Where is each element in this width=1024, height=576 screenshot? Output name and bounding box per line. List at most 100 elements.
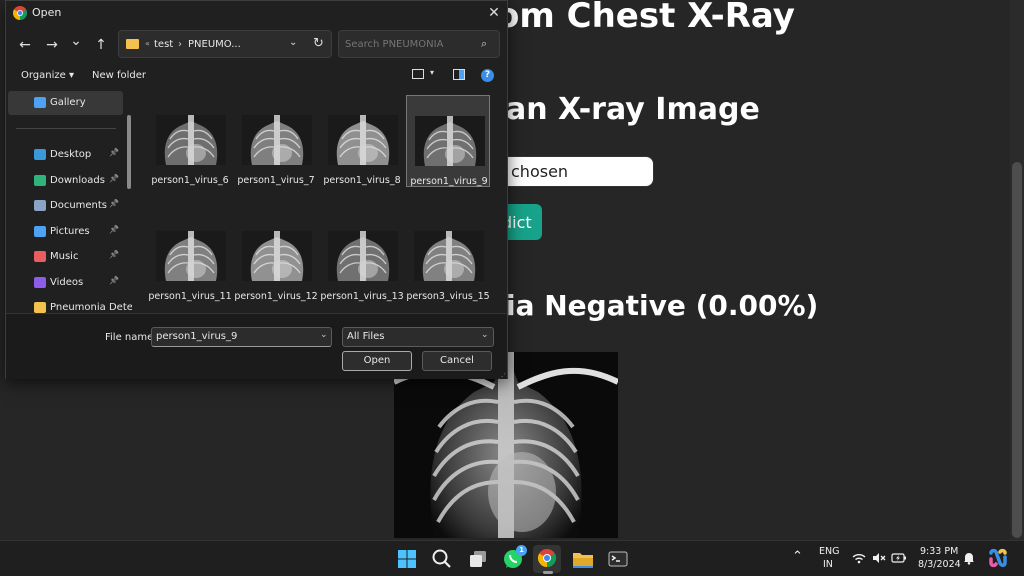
- xray-thumbnail: [328, 231, 398, 281]
- clock-time[interactable]: 9:33 PM: [920, 546, 958, 557]
- clock-date[interactable]: 8/3/2024: [918, 559, 961, 570]
- chrome-icon: [537, 549, 557, 567]
- file-tile[interactable]: person1_virus_11: [148, 211, 232, 303]
- cancel-button[interactable]: Cancel: [422, 351, 492, 371]
- taskbar-whatsapp[interactable]: 1: [499, 545, 527, 573]
- taskbar-task-view[interactable]: [464, 545, 492, 573]
- sidebar-item-pictures[interactable]: Pictures 📌: [8, 220, 123, 244]
- xray-thumbnail: [242, 115, 312, 165]
- wifi-icon[interactable]: [852, 551, 866, 565]
- file-name-label: person1_virus_13: [320, 291, 404, 302]
- volume-muted-icon[interactable]: [872, 551, 886, 565]
- task-view-icon: [470, 551, 486, 567]
- notification-bell-icon[interactable]: [962, 551, 976, 565]
- file-tile[interactable]: person1_virus_8: [320, 95, 404, 187]
- close-icon[interactable]: ✕: [484, 3, 504, 23]
- xray-thumbnail-graphic: [328, 115, 398, 165]
- taskbar-file-explorer[interactable]: [569, 545, 597, 573]
- breadcrumb-pneumonia[interactable]: PNEUMO...: [188, 39, 241, 50]
- address-bar[interactable]: « test › PNEUMO... ⌄ ↻: [118, 30, 332, 58]
- pin-icon[interactable]: 📌: [109, 276, 119, 285]
- breadcrumb-overflow-icon[interactable]: «: [145, 39, 150, 48]
- navigation-pane-scrollbar[interactable]: [126, 91, 132, 313]
- pin-icon[interactable]: 📌: [109, 250, 119, 259]
- pin-icon[interactable]: 📌: [109, 199, 119, 208]
- chrome-icon: [13, 6, 27, 20]
- file-chooser-status[interactable]: chosen: [500, 156, 654, 187]
- file-name-label: File name:: [105, 332, 157, 343]
- taskbar-search[interactable]: [428, 545, 456, 573]
- page-scrollbar[interactable]: [1010, 0, 1024, 540]
- pin-icon[interactable]: 📌: [109, 148, 119, 157]
- refresh-icon[interactable]: ↻: [313, 36, 324, 51]
- organize-menu-button[interactable]: Organize ▾: [21, 70, 74, 81]
- file-tile[interactable]: person1_virus_7: [234, 95, 318, 187]
- file-grid: person1_virus_6 person1_virus_7 person1_vi…: [138, 91, 507, 313]
- resize-grip-icon[interactable]: ⋰: [498, 372, 506, 381]
- xray-preview-image: [394, 352, 618, 538]
- taskbar-chrome[interactable]: [533, 545, 561, 574]
- windows-start-icon: [398, 550, 416, 568]
- folder-icon: [126, 39, 139, 49]
- navigation-pane-scroll-thumb[interactable]: [127, 115, 131, 189]
- file-name-label: person1_virus_7: [237, 175, 315, 186]
- sidebar-item-music[interactable]: Music 📌: [8, 245, 123, 269]
- sidebar-item-label: Downloads: [50, 175, 105, 186]
- dialog-footer: File name: ⌄ All Files ⌄ Open Cancel ⋰: [6, 313, 507, 381]
- file-tile[interactable]: person1_virus_12: [234, 211, 318, 303]
- sidebar-item-documents[interactable]: Documents 📌: [8, 194, 123, 218]
- desktop-folder-icon: [34, 149, 46, 160]
- back-arrow-icon[interactable]: ←: [14, 34, 36, 56]
- language-indicator-line1[interactable]: ENG: [819, 546, 839, 557]
- prediction-result: ia Negative (0.00%): [506, 289, 819, 322]
- page-scroll-thumb[interactable]: [1012, 162, 1022, 538]
- search-icon: [432, 549, 451, 568]
- xray-thumbnail-graphic: [242, 231, 312, 281]
- file-name-combobox[interactable]: ⌄: [151, 327, 332, 347]
- file-name-input[interactable]: [156, 331, 306, 342]
- recent-locations-chevron-icon[interactable]: ⌄: [65, 30, 87, 52]
- pin-icon[interactable]: 📌: [109, 225, 119, 234]
- xray-thumbnail-graphic: [328, 231, 398, 281]
- sidebar-item-gallery[interactable]: Gallery: [8, 91, 123, 115]
- open-button[interactable]: Open: [342, 351, 412, 371]
- taskbar-terminal[interactable]: [604, 545, 632, 573]
- sidebar-item-videos[interactable]: Videos 📌: [8, 271, 123, 295]
- battery-charging-icon[interactable]: [891, 551, 907, 565]
- show-hidden-icons-chevron-icon[interactable]: ⌃: [792, 549, 803, 564]
- forward-arrow-icon[interactable]: →: [41, 34, 63, 56]
- help-icon[interactable]: ?: [481, 69, 494, 82]
- windows-taskbar: 1 ⌃ ENG IN 9:33 PM 8/3/2024: [0, 540, 1024, 576]
- copilot-icon[interactable]: [987, 547, 1009, 569]
- sidebar-item-label: Desktop: [50, 149, 92, 160]
- sidebar-item-desktop[interactable]: Desktop 📌: [8, 143, 123, 167]
- file-tile[interactable]: person1_virus_13: [320, 211, 404, 303]
- file-name-dropdown-chevron-icon[interactable]: ⌄: [320, 330, 328, 340]
- file-tile[interactable]: person1_virus_6: [148, 95, 232, 187]
- documents-folder-icon: [34, 200, 46, 211]
- file-type-filter-select[interactable]: All Files ⌄: [342, 327, 494, 347]
- address-dropdown-chevron-icon[interactable]: ⌄: [289, 37, 297, 48]
- pneumonia-folder-icon: [34, 302, 46, 313]
- view-options-dropdown-icon[interactable]: ▾: [430, 68, 434, 77]
- xray-thumbnail-graphic: [156, 231, 226, 281]
- xray-preview-graphic: [394, 352, 618, 538]
- sidebar-item-pneumonia-dete[interactable]: Pneumonia Dete: [8, 296, 132, 313]
- preview-pane-icon[interactable]: [453, 69, 465, 80]
- nav-pane-divider: [16, 128, 116, 129]
- sidebar-item-downloads[interactable]: Downloads 📌: [8, 169, 123, 193]
- up-arrow-icon[interactable]: ↑: [90, 34, 112, 56]
- view-options-icon[interactable]: [412, 69, 424, 79]
- search-icon[interactable]: ⌕: [481, 37, 487, 51]
- search-input[interactable]: [345, 39, 475, 50]
- dialog-titlebar[interactable]: Open ✕: [6, 1, 507, 25]
- search-box[interactable]: ⌕: [338, 30, 500, 58]
- breadcrumb-test[interactable]: test: [154, 39, 173, 50]
- pin-icon[interactable]: 📌: [109, 174, 119, 183]
- file-type-dropdown-chevron-icon[interactable]: ⌄: [481, 330, 489, 340]
- language-indicator-line2[interactable]: IN: [823, 559, 833, 570]
- file-tile[interactable]: person3_virus_15: [406, 211, 490, 303]
- new-folder-button[interactable]: New folder: [92, 70, 146, 81]
- taskbar-start[interactable]: [393, 545, 421, 573]
- file-tile[interactable]: person1_virus_9: [406, 95, 490, 187]
